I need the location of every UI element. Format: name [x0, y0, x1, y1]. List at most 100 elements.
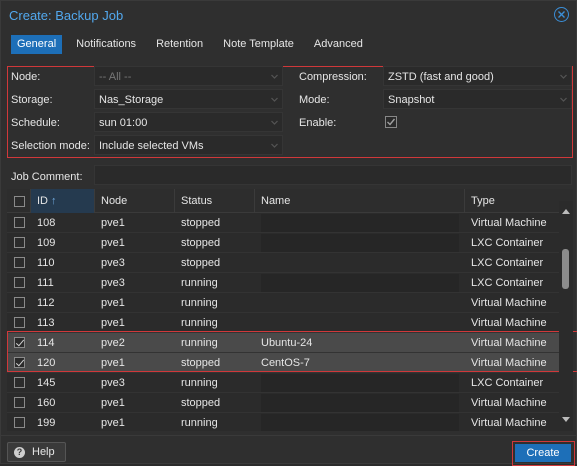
selection-mode-combobox[interactable]: Include selected VMs	[94, 135, 283, 155]
row-name	[255, 413, 261, 431]
scroll-down-arrow-icon[interactable]	[562, 417, 570, 422]
table-row[interactable]: 112 pve1 running Virtual Machine	[7, 293, 559, 313]
dialog-title: Create: Backup Job	[9, 8, 124, 23]
column-header-id[interactable]: ID ↑	[31, 189, 95, 213]
help-button[interactable]: ? Help	[7, 442, 66, 462]
mode-combobox[interactable]: Snapshot	[383, 89, 572, 109]
row-checkbox[interactable]	[14, 277, 25, 288]
enable-label: Enable:	[299, 117, 337, 129]
table-row[interactable]: 145 pve3 running LXC Container	[7, 373, 559, 393]
row-checkbox[interactable]	[14, 257, 25, 268]
row-name	[255, 253, 261, 273]
name-cell-empty	[261, 274, 459, 292]
scroll-up-arrow-icon[interactable]	[562, 209, 570, 214]
dialog-footer: ? Help Create	[1, 435, 576, 466]
tab-notifications[interactable]: Notifications	[70, 35, 142, 54]
row-checkbox[interactable]	[14, 417, 25, 428]
row-node: pve1	[101, 217, 125, 229]
chevron-down-icon	[271, 143, 278, 148]
row-id: 199	[37, 417, 56, 429]
table-row[interactable]: 111 pve3 running LXC Container	[7, 273, 559, 293]
row-name: Ubuntu-24	[261, 337, 313, 349]
compression-combobox[interactable]: ZSTD (fast and good)	[383, 66, 572, 86]
schedule-value: sun 01:00	[99, 117, 148, 129]
table-row[interactable]: 114 pve2 running Ubuntu-24 Virtual Machine	[7, 333, 559, 353]
row-id: 120	[37, 357, 56, 369]
node-value: -- All --	[99, 71, 132, 83]
tab-retention[interactable]: Retention	[150, 35, 209, 54]
grid-scrollbar[interactable]	[559, 201, 573, 429]
tab-bar: General Notifications Retention Note Tem…	[11, 35, 377, 54]
select-all-checkbox[interactable]	[14, 196, 25, 207]
table-row[interactable]: 110 pve3 stopped LXC Container	[7, 253, 559, 273]
chevron-down-icon	[271, 97, 278, 102]
row-checkbox[interactable]	[14, 357, 25, 368]
row-id: 109	[37, 237, 56, 249]
row-checkbox[interactable]	[14, 397, 25, 408]
row-node: pve1	[101, 297, 125, 309]
row-checkbox[interactable]	[14, 337, 25, 348]
tab-general[interactable]: General	[11, 35, 63, 54]
row-id: 114	[37, 337, 55, 349]
row-name	[255, 293, 261, 313]
row-type: LXC Container	[471, 377, 544, 389]
node-combobox[interactable]: -- All --	[94, 66, 283, 86]
column-id-label: ID	[37, 195, 48, 207]
row-checkbox[interactable]	[14, 377, 25, 388]
row-checkbox[interactable]	[14, 297, 25, 308]
column-header-type[interactable]: Type	[465, 189, 573, 213]
chevron-down-icon	[271, 120, 278, 125]
compression-label: Compression:	[299, 71, 367, 83]
row-name	[255, 273, 261, 293]
row-type: Virtual Machine	[471, 357, 547, 369]
tab-advanced[interactable]: Advanced	[308, 35, 369, 54]
schedule-combobox[interactable]: sun 01:00	[94, 112, 283, 132]
column-status-label: Status	[181, 195, 213, 207]
row-name	[255, 213, 261, 233]
job-comment-label: Job Comment:	[11, 171, 83, 183]
chevron-down-icon	[560, 74, 567, 79]
name-cell-empty	[261, 374, 459, 392]
chevron-down-icon	[271, 74, 278, 79]
row-node: pve1	[101, 397, 125, 409]
schedule-label: Schedule:	[11, 117, 60, 129]
node-label: Node:	[11, 71, 41, 83]
table-row[interactable]: 120 pve1 stopped CentOS-7 Virtual Machine	[7, 353, 559, 373]
row-status: stopped	[181, 237, 221, 249]
scrollbar-thumb[interactable]	[562, 249, 569, 289]
row-status: stopped	[181, 217, 221, 229]
table-row[interactable]: 199 pve1 running Virtual Machine	[7, 413, 559, 431]
row-checkbox[interactable]	[14, 237, 25, 248]
tab-note-template[interactable]: Note Template	[217, 35, 300, 54]
enable-checkbox[interactable]	[385, 116, 397, 128]
column-node-label: Node	[101, 195, 128, 207]
row-id: 113	[37, 317, 55, 329]
row-node: pve1	[101, 317, 125, 329]
column-header-node[interactable]: Node	[95, 189, 175, 213]
create-button[interactable]: Create	[515, 444, 571, 462]
row-type: LXC Container	[471, 277, 544, 289]
table-row[interactable]: 109 pve1 stopped LXC Container	[7, 233, 559, 253]
row-checkbox[interactable]	[14, 317, 25, 328]
name-cell-empty	[261, 394, 459, 412]
close-button[interactable]	[554, 7, 569, 22]
storage-combobox[interactable]: Nas_Storage	[94, 89, 283, 109]
table-row[interactable]: 160 pve1 stopped Virtual Machine	[7, 393, 559, 413]
row-id: 110	[37, 257, 55, 269]
row-type: Virtual Machine	[471, 217, 547, 229]
name-cell-empty	[261, 234, 459, 252]
table-row[interactable]: 108 pve1 stopped Virtual Machine	[7, 213, 559, 233]
table-row[interactable]: 113 pve1 running Virtual Machine	[7, 313, 559, 333]
row-type: Virtual Machine	[471, 337, 547, 349]
grid-body: 108 pve1 stopped Virtual Machine 109 pve1 stop…	[7, 213, 559, 431]
column-header-name[interactable]: Name	[255, 189, 465, 213]
row-type: LXC Container	[471, 237, 544, 249]
column-header-status[interactable]: Status	[175, 189, 255, 213]
row-status: running	[181, 417, 218, 429]
job-comment-input[interactable]	[94, 165, 572, 185]
row-checkbox[interactable]	[14, 217, 25, 228]
row-id: 145	[37, 377, 56, 389]
row-status: running	[181, 277, 218, 289]
row-name	[255, 393, 261, 413]
header-select-all[interactable]	[7, 189, 31, 213]
